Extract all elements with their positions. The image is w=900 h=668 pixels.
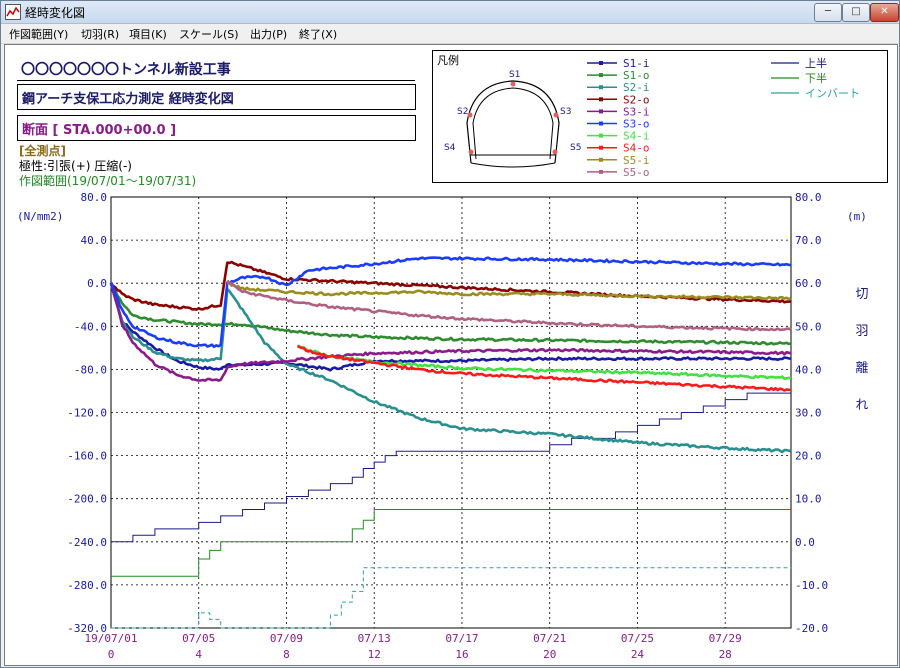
x-date-tick-label: 07/21: [533, 632, 566, 645]
menu-scale[interactable]: スケール(S): [179, 26, 239, 42]
x-day-tick-label: 0: [108, 648, 115, 661]
title-bar[interactable]: 経時変化図 ─ □ ✕: [1, 1, 899, 24]
y-right-tick-label: 30.0: [795, 407, 822, 420]
x-day-tick-label: 28: [719, 648, 732, 661]
menu-plot-range[interactable]: 作図範囲(Y): [9, 26, 68, 42]
y-right-tick-label: -20.0: [795, 622, 828, 635]
x-date-tick-label: 07/29: [709, 632, 742, 645]
x-date-tick-label: 07/09: [270, 632, 303, 645]
x-date-tick-label: 19/07/01: [85, 632, 138, 645]
app-window: 経時変化図 ─ □ ✕ 作図範囲(Y) 切羽(R) 項目(K) スケール(S) …: [0, 0, 900, 668]
y-right-tick-label: 60.0: [795, 277, 822, 290]
y-left-unit-label: (N/mm2): [17, 210, 63, 223]
y-right-tick-label: 50.0: [795, 320, 822, 333]
menu-bar: 作図範囲(Y) 切羽(R) 項目(K) スケール(S) 出力(P) 終了(X): [1, 24, 899, 44]
y-right-tick-label: 40.0: [795, 363, 822, 376]
y-right-tick-label: 70.0: [795, 234, 822, 247]
x-date-tick-label: 07/05: [182, 632, 215, 645]
x-date-tick-label: 07/13: [358, 632, 391, 645]
y-left-tick-label: 0.0: [87, 277, 107, 290]
y-left-tick-label: -40.0: [74, 320, 107, 333]
y-right-unit-label: (m): [847, 210, 867, 223]
close-button[interactable]: ✕: [870, 3, 899, 22]
time-history-chart: 80.040.00.0-40.0-80.0-120.0-160.0-200.0-…: [17, 191, 869, 661]
y-left-tick-label: -280.0: [67, 579, 107, 592]
y-right-axis-label-char: 羽: [855, 324, 868, 339]
maximize-button[interactable]: □: [842, 3, 870, 22]
y-right-tick-label: 20.0: [795, 450, 822, 463]
menu-items[interactable]: 項目(K): [129, 26, 167, 42]
x-day-tick-label: 24: [631, 648, 645, 661]
chart-canvas: 〇〇〇〇〇〇〇トンネル新設工事 鋼アーチ支保工応力測定 経時変化図 断面 [ S…: [4, 44, 898, 666]
y-left-tick-label: -80.0: [74, 363, 107, 376]
y-left-tick-label: -120.0: [67, 407, 107, 420]
window-title: 経時変化図: [25, 6, 86, 20]
x-date-tick-label: 07/17: [445, 632, 478, 645]
y-right-axis-label-char: れ: [855, 398, 868, 413]
minimize-button[interactable]: ─: [814, 3, 842, 22]
y-right-tick-label: 80.0: [795, 191, 822, 204]
menu-output[interactable]: 出力(P): [250, 26, 287, 42]
x-day-tick-label: 16: [455, 648, 468, 661]
x-day-tick-label: 4: [195, 648, 202, 661]
chart-app-icon: [5, 4, 21, 20]
menu-face[interactable]: 切羽(R): [81, 26, 119, 42]
y-left-tick-label: 80.0: [81, 191, 108, 204]
y-right-tick-label: 10.0: [795, 493, 822, 506]
x-day-tick-label: 12: [368, 648, 381, 661]
y-right-tick-label: -10.0: [795, 579, 828, 592]
y-left-tick-label: -200.0: [67, 493, 107, 506]
y-right-axis-label-char: 離: [855, 361, 868, 376]
y-left-tick-label: 40.0: [81, 234, 108, 247]
y-right-axis-label-char: 切: [855, 287, 868, 302]
menu-exit[interactable]: 終了(X): [299, 26, 337, 42]
x-day-tick-label: 20: [543, 648, 556, 661]
y-left-tick-label: -160.0: [67, 450, 107, 463]
x-day-tick-label: 8: [283, 648, 290, 661]
x-date-tick-label: 07/25: [621, 632, 654, 645]
y-right-tick-label: 0.0: [795, 536, 815, 549]
y-left-tick-label: -240.0: [67, 536, 107, 549]
